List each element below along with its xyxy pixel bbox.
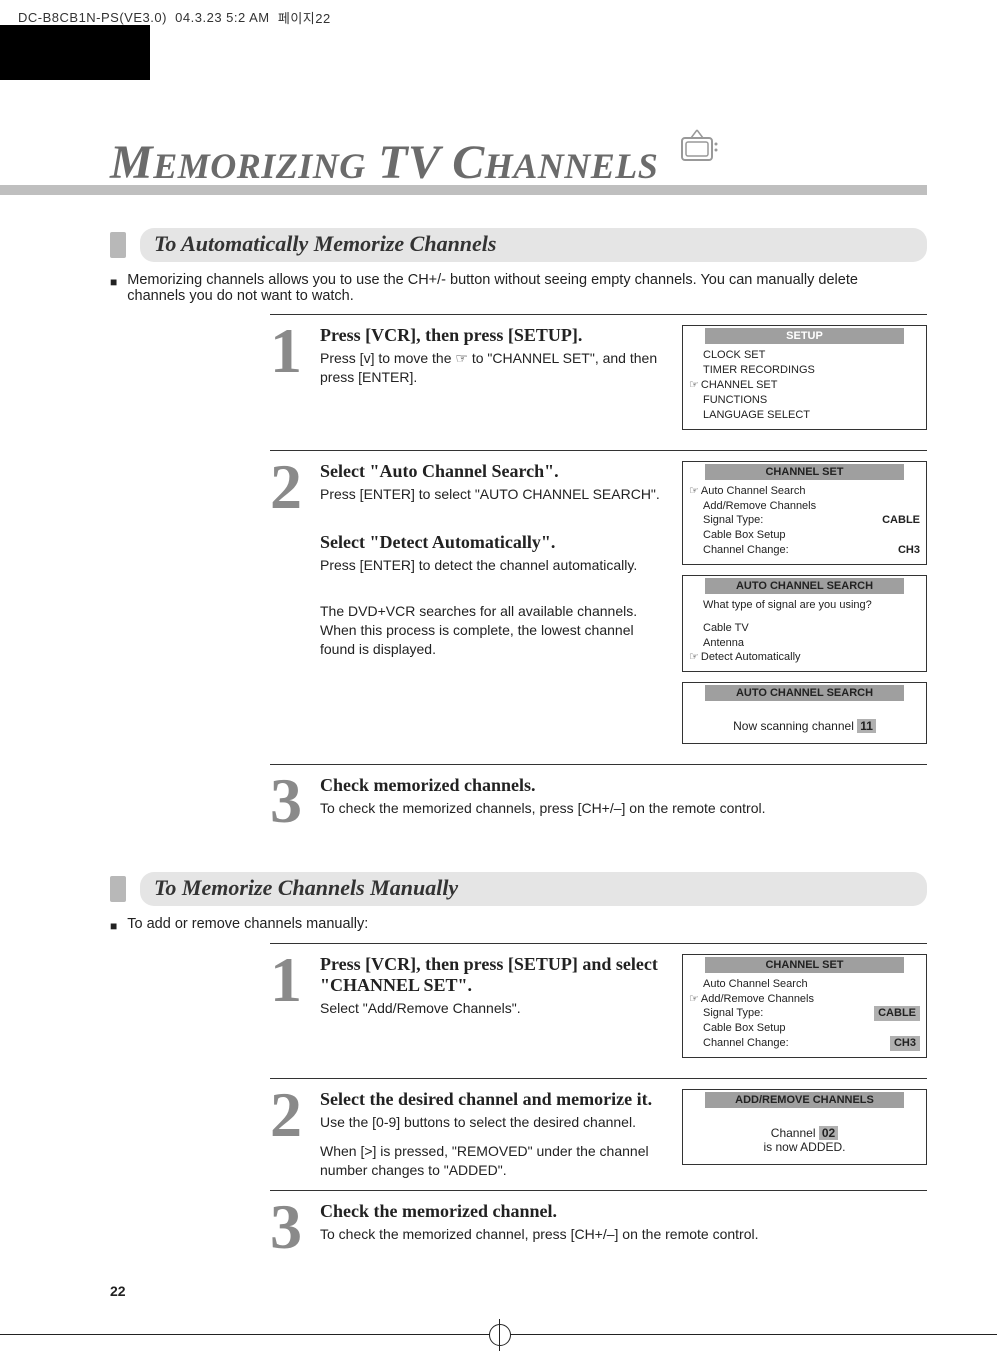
step-text: Press [ENTER] to select "AUTO CHANNEL SE… bbox=[320, 485, 670, 504]
osd-num: 02 bbox=[819, 1126, 838, 1140]
osd-scanning: AUTO CHANNEL SEARCH Now scanning channel… bbox=[682, 682, 927, 744]
osd-scan-num: 11 bbox=[857, 719, 876, 733]
osd-channel-set: CHANNEL SET Auto Channel Search ☞Add/Rem… bbox=[682, 954, 927, 1058]
section-chip-icon bbox=[110, 876, 126, 902]
osd-item: Cable Box Setup bbox=[703, 1021, 920, 1036]
osd-item: FUNCTIONS bbox=[703, 393, 920, 408]
osd-add-remove: ADD/REMOVE CHANNELS Channel 02 is now AD… bbox=[682, 1089, 927, 1165]
section-heading-text: To Automatically Memorize Channels bbox=[140, 228, 927, 262]
step-number: 3 bbox=[270, 775, 320, 827]
step-text: When [>] is pressed, "REMOVED" under the… bbox=[320, 1142, 670, 1180]
osd-channel-set: CHANNEL SET ☞Auto Channel Search Add/Rem… bbox=[682, 461, 927, 565]
page-number: 22 bbox=[110, 1283, 927, 1299]
step-title: Press [VCR], then press [SETUP]. bbox=[320, 325, 670, 346]
step-text: Press [v] to move the ☞ to "CHANNEL SET"… bbox=[320, 349, 670, 387]
step-title: Check memorized channels. bbox=[320, 775, 915, 796]
osd-item: Channel Change: bbox=[703, 1036, 890, 1051]
step-text: To check the memorized channels, press [… bbox=[320, 799, 915, 818]
black-box bbox=[0, 25, 150, 80]
osd-item: Cable Box Setup bbox=[703, 528, 920, 543]
step-number: 3 bbox=[270, 1201, 320, 1253]
osd-text: Channel bbox=[771, 1126, 819, 1140]
step-row: 2 Select the desired channel and memoriz… bbox=[270, 1079, 927, 1191]
intro-text: To add or remove channels manually: bbox=[127, 916, 368, 933]
section-heading-auto: To Automatically Memorize Channels bbox=[110, 228, 927, 262]
osd-value: CABLE bbox=[882, 513, 920, 528]
osd-header: AUTO CHANNEL SEARCH bbox=[705, 685, 904, 701]
crop-marks bbox=[0, 1329, 997, 1359]
pointer-icon: ☞ bbox=[689, 379, 699, 391]
page-title: MEMORIZING TV CHANNELS bbox=[0, 135, 927, 194]
osd-value: CH3 bbox=[898, 543, 920, 558]
tv-icon bbox=[677, 125, 721, 180]
step-title: Press [VCR], then press [SETUP] and sele… bbox=[320, 954, 670, 996]
step-title: Check the memorized channel. bbox=[320, 1201, 915, 1222]
osd-item: TIMER RECORDINGS bbox=[703, 363, 920, 378]
step-number: 2 bbox=[270, 461, 320, 513]
osd-item: Add/Remove Channels bbox=[701, 993, 814, 1005]
pointer-icon: ☞ bbox=[689, 651, 699, 663]
osd-item: CHANNEL SET bbox=[701, 379, 778, 391]
osd-auto-search: AUTO CHANNEL SEARCH What type of signal … bbox=[682, 575, 927, 672]
crop-header: DC-B8CB1N-PS(VE3.0) 04.3.23 5:2 AM 페이지22 bbox=[0, 0, 997, 27]
section-intro: ■ To add or remove channels manually: bbox=[110, 916, 870, 933]
bullet-icon: ■ bbox=[110, 919, 117, 933]
title-w1-cap: M bbox=[110, 136, 153, 189]
title-w2: TV bbox=[378, 136, 439, 189]
pointer-icon: ☞ bbox=[689, 993, 699, 1005]
section-heading-manual: To Memorize Channels Manually bbox=[110, 872, 927, 906]
osd-question: What type of signal are you using? bbox=[703, 598, 920, 613]
osd-header: AUTO CHANNEL SEARCH bbox=[705, 578, 904, 594]
step-subtitle: Select "Detect Automatically". bbox=[320, 532, 670, 553]
osd-header: CHANNEL SET bbox=[705, 957, 904, 973]
osd-option: Cable TV bbox=[703, 621, 920, 636]
osd-header: SETUP bbox=[705, 328, 904, 344]
osd-item: Signal Type: bbox=[703, 1006, 874, 1021]
osd-option: Detect Automatically bbox=[701, 651, 801, 663]
step-text: To check the memorized channel, press [C… bbox=[320, 1225, 915, 1244]
step-row: 1 Press [VCR], then press [SETUP] and se… bbox=[270, 943, 927, 1079]
title-w3-rest: HANNELS bbox=[485, 146, 659, 186]
osd-item: Channel Change: bbox=[703, 543, 898, 558]
section-intro: ■ Memorizing channels allows you to use … bbox=[110, 272, 870, 304]
osd-value: CABLE bbox=[874, 1006, 920, 1021]
section-heading-text: To Memorize Channels Manually bbox=[140, 872, 927, 906]
osd-item: CLOCK SET bbox=[703, 348, 920, 363]
osd-scan-text: Now scanning channel bbox=[733, 719, 857, 733]
file-date: 04.3.23 5:2 AM bbox=[175, 10, 269, 25]
file-id: DC-B8CB1N-PS(VE3.0) bbox=[18, 10, 167, 25]
osd-value: CH3 bbox=[890, 1036, 920, 1051]
step-title: Select "Auto Channel Search". bbox=[320, 461, 670, 482]
osd-item: LANGUAGE SELECT bbox=[703, 408, 920, 423]
pointer-icon: ☞ bbox=[689, 485, 699, 497]
title-w1-rest: EMORIZING bbox=[153, 146, 366, 186]
step-text: The DVD+VCR searches for all available c… bbox=[320, 602, 670, 659]
osd-option: Antenna bbox=[703, 636, 920, 651]
osd-header: ADD/REMOVE CHANNELS bbox=[705, 1092, 904, 1108]
bullet-icon: ■ bbox=[110, 275, 117, 304]
step-row: 2 Select "Auto Channel Search". Press [E… bbox=[270, 451, 927, 766]
step-number: 2 bbox=[270, 1089, 320, 1141]
step-row: 1 Press [VCR], then press [SETUP]. Press… bbox=[270, 314, 927, 450]
step-row: 3 Check memorized channels. To check the… bbox=[270, 765, 927, 837]
intro-text: Memorizing channels allows you to use th… bbox=[127, 272, 870, 304]
osd-item: Auto Channel Search bbox=[701, 485, 806, 497]
osd-header: CHANNEL SET bbox=[705, 464, 904, 480]
title-w3-cap: C bbox=[452, 136, 485, 189]
osd-setup: SETUP CLOCK SET TIMER RECORDINGS ☞CHANNE… bbox=[682, 325, 927, 429]
osd-text: is now ADDED. bbox=[683, 1140, 926, 1154]
step-number: 1 bbox=[270, 954, 320, 1006]
step-title: Select the desired channel and memorize … bbox=[320, 1089, 670, 1110]
step-number: 1 bbox=[270, 325, 320, 377]
osd-item: Signal Type: bbox=[703, 513, 882, 528]
file-page: 페이지22 bbox=[278, 8, 331, 27]
step-text: Use the [0-9] buttons to select the desi… bbox=[320, 1113, 670, 1132]
osd-item: Add/Remove Channels bbox=[703, 499, 920, 514]
section-chip-icon bbox=[110, 232, 126, 258]
step-text: Press [ENTER] to detect the channel auto… bbox=[320, 556, 670, 575]
step-row: 3 Check the memorized channel. To check … bbox=[270, 1191, 927, 1263]
step-text: Select "Add/Remove Channels". bbox=[320, 999, 670, 1018]
osd-item: Auto Channel Search bbox=[703, 977, 920, 992]
